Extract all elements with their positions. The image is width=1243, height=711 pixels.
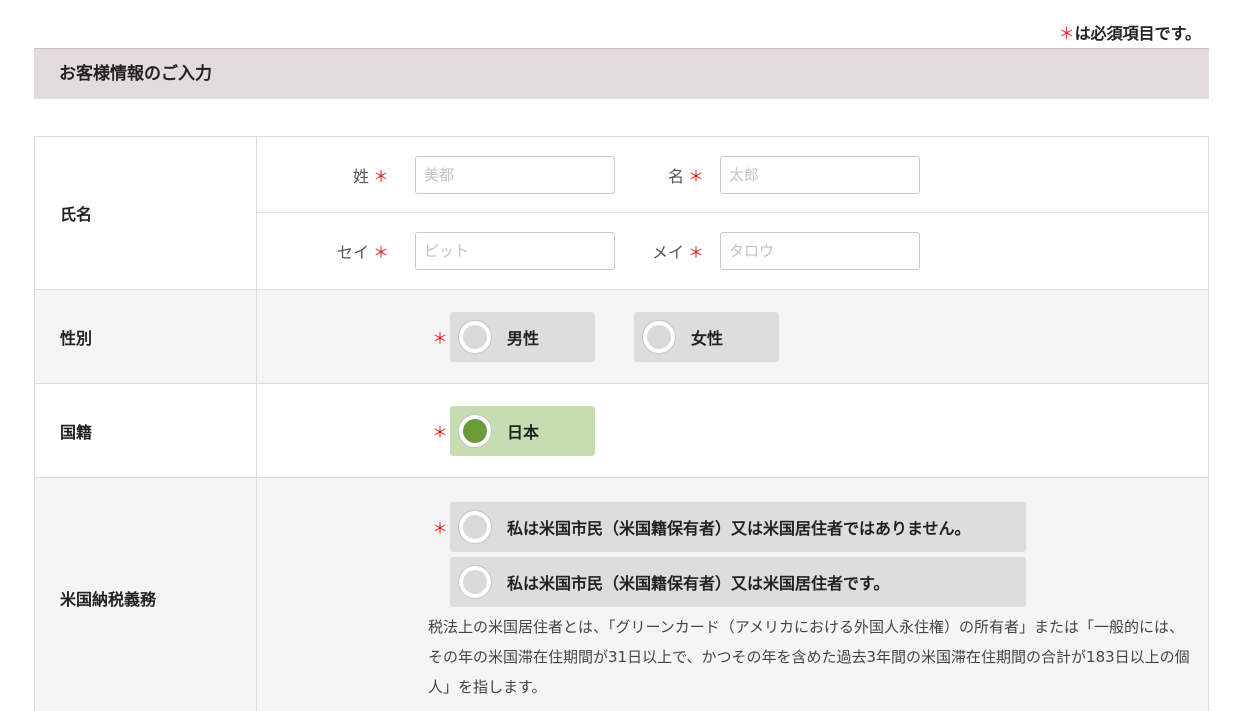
mei-kana-label-text: メイ [651, 243, 684, 262]
nationality-row: 国籍 ＊ 日本 [35, 384, 1208, 478]
mei-kana-input[interactable] [720, 232, 920, 270]
name-row-body: 姓＊ 名＊ セイ＊ メイ＊ [257, 137, 1208, 289]
us-tax-option-us-person-label: 私は米国市民（米国籍保有者）又は米国居住者です。 [507, 574, 890, 593]
nationality-option-japan[interactable]: 日本 [450, 405, 595, 456]
section-title: お客様情報のご入力 [59, 64, 212, 84]
section-header: お客様情報のご入力 [34, 48, 1209, 99]
gender-option-male[interactable]: 男性 [450, 311, 595, 362]
gender-required-star: ＊ [432, 328, 449, 348]
mei-label: 名＊ [637, 163, 704, 187]
gender-row: 性別 ＊ 男性 女性 [35, 290, 1208, 384]
required-note: ＊は必須項目です。 [1059, 20, 1201, 44]
us-resident-definition-note: 税法上の米国居住者とは、「グリーンカード（アメリカにおける外国人永住権）の所有者… [428, 618, 1190, 696]
sei-label: 姓＊ [257, 163, 389, 187]
sei-kana-required-star: ＊ [372, 243, 389, 262]
name-kana-line: セイ＊ メイ＊ [257, 213, 1208, 289]
gender-option-female[interactable]: 女性 [634, 311, 779, 362]
mei-kana-required-star: ＊ [687, 243, 704, 262]
radio-button-icon[interactable] [642, 319, 676, 354]
sei-kana-input[interactable] [415, 232, 615, 270]
mei-required-star: ＊ [687, 166, 704, 186]
gender-option-male-label: 男性 [507, 328, 540, 348]
name-row: 氏名 姓＊ 名＊ セイ＊ メイ＊ [35, 137, 1208, 290]
nationality-row-body: ＊ 日本 [257, 384, 1208, 477]
required-note-text: は必須項目です。 [1074, 24, 1201, 43]
required-star: ＊ [1058, 24, 1075, 43]
nationality-option-japan-label: 日本 [507, 422, 540, 442]
name-kanji-line: 姓＊ 名＊ [257, 137, 1208, 213]
gender-option-female-label: 女性 [691, 328, 724, 348]
gender-row-body: ＊ 男性 女性 [257, 290, 1208, 383]
radio-button-icon[interactable] [458, 565, 492, 599]
sei-required-star: ＊ [372, 166, 389, 186]
mei-label-text: 名 [667, 166, 684, 186]
us-tax-required-star: ＊ [432, 519, 449, 538]
us-tax-option-not-us-person[interactable]: 私は米国市民（米国籍保有者）又は米国居住者ではありません。 [450, 502, 1026, 552]
sei-input[interactable] [415, 155, 615, 194]
gender-row-label: 性別 [35, 290, 257, 383]
us-tax-row: 米国納税義務 ＊ 私は米国市民（米国籍保有者）又は米国居住者ではありません。 ＊… [35, 478, 1208, 711]
sei-label-text: 姓 [352, 166, 369, 186]
sei-kana-label-text: セイ [336, 243, 369, 262]
radio-button-icon[interactable] [458, 510, 492, 544]
us-tax-option-us-person[interactable]: 私は米国市民（米国籍保有者）又は米国居住者です。 [450, 557, 1026, 607]
name-row-label: 氏名 [35, 137, 257, 289]
customer-form-table: 氏名 姓＊ 名＊ セイ＊ メイ＊ 性別 ＊ [34, 136, 1209, 711]
sei-kana-label: セイ＊ [257, 239, 389, 263]
us-tax-option-not-us-person-label: 私は米国市民（米国籍保有者）又は米国居住者ではありません。 [507, 519, 971, 538]
mei-input[interactable] [720, 155, 920, 194]
radio-button-selected-icon[interactable] [458, 413, 492, 448]
mei-kana-label: メイ＊ [637, 239, 704, 263]
nationality-required-star: ＊ [432, 422, 449, 442]
us-tax-row-label: 米国納税義務 [35, 478, 257, 711]
radio-button-icon[interactable] [458, 319, 492, 354]
nationality-row-label: 国籍 [35, 384, 257, 477]
us-tax-row-body: ＊ 私は米国市民（米国籍保有者）又は米国居住者ではありません。 ＊ 私は米国市民… [257, 478, 1208, 711]
